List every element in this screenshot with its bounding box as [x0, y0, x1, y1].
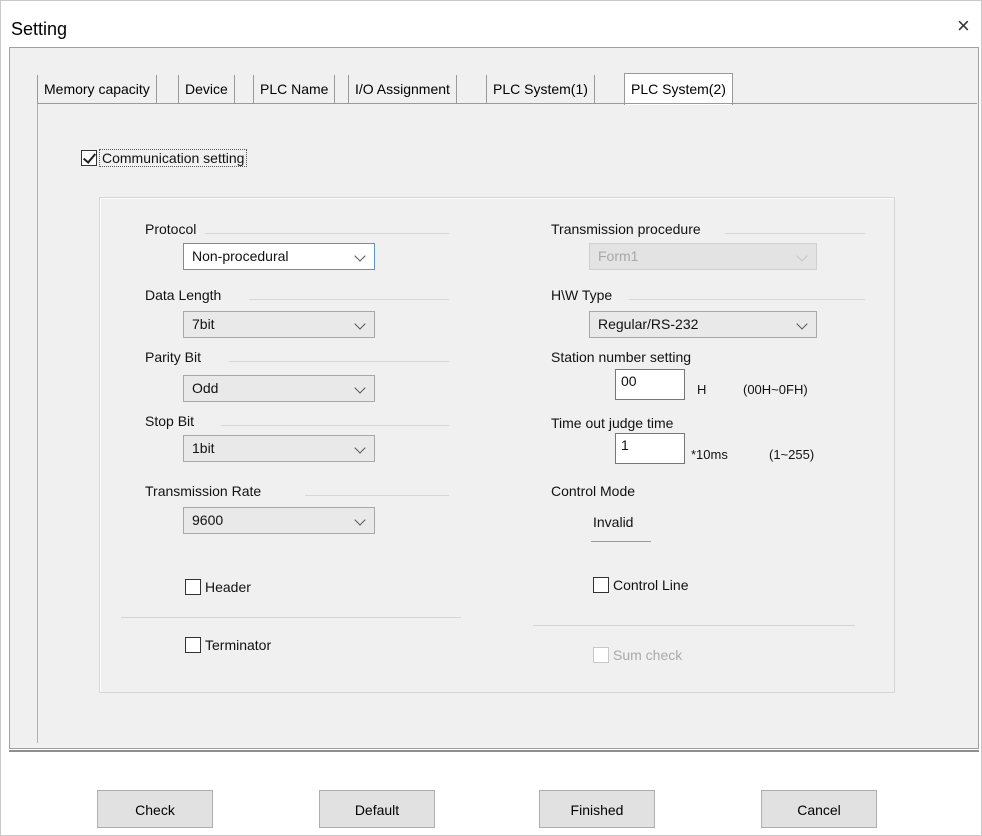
check-button[interactable]: Check	[97, 790, 213, 828]
divider	[629, 299, 865, 300]
hw-type-select[interactable]: Regular/RS-232	[589, 311, 817, 338]
divider	[533, 625, 855, 626]
communication-setting-label: Communication setting	[99, 149, 248, 167]
divider	[591, 541, 651, 542]
close-icon[interactable]: ×	[957, 15, 970, 37]
terminator-label: Terminator	[205, 637, 272, 653]
sum-check-label: Sum check	[613, 647, 683, 663]
chevron-down-icon	[354, 318, 366, 330]
tab-memory-capacity[interactable]: Memory capacity	[37, 75, 157, 103]
parity-bit-label: Parity Bit	[145, 349, 202, 365]
chevron-down-icon	[354, 442, 366, 454]
protocol-value: Non-procedural	[192, 248, 289, 264]
data-length-value: 7bit	[192, 316, 215, 332]
parity-bit-select[interactable]: Odd	[183, 375, 375, 402]
protocol-label: Protocol	[145, 221, 197, 237]
control-mode-label: Control Mode	[551, 483, 636, 499]
tab-io-assignment[interactable]: I/O Assignment	[348, 75, 457, 103]
sum-check-checkbox: Sum check	[593, 647, 682, 663]
data-length-label: Data Length	[145, 287, 222, 303]
divider	[121, 617, 461, 618]
divider	[229, 361, 449, 362]
setting-dialog: Setting × Memory capacity Device PLC Nam…	[0, 0, 982, 836]
stop-bit-label: Stop Bit	[145, 413, 195, 429]
control-mode-value: Invalid	[593, 514, 634, 530]
tab-plc-system-2[interactable]: PLC System(2)	[624, 73, 733, 105]
parity-bit-value: Odd	[192, 380, 219, 396]
station-number-input[interactable]: 00	[615, 369, 685, 400]
time-out-range: (1~255)	[769, 447, 815, 462]
finished-button[interactable]: Finished	[539, 790, 655, 828]
tab-plc-system-1[interactable]: PLC System(1)	[486, 75, 595, 103]
chevron-down-icon	[354, 250, 366, 262]
station-number-range: (00H~0FH)	[743, 382, 808, 397]
checkbox-icon	[593, 647, 609, 663]
divider	[305, 495, 449, 496]
time-out-label: Time out judge time	[551, 415, 674, 431]
tab-device[interactable]: Device	[178, 75, 235, 103]
checkbox-icon	[185, 579, 201, 595]
divider	[249, 299, 449, 300]
stop-bit-select[interactable]: 1bit	[183, 435, 375, 462]
checkbox-icon	[593, 577, 609, 593]
chevron-down-icon	[796, 318, 808, 330]
transmission-procedure-select: Form1	[589, 243, 817, 270]
terminator-checkbox[interactable]: Terminator	[185, 637, 271, 653]
window-title: Setting	[11, 19, 68, 39]
cancel-button[interactable]: Cancel	[761, 790, 877, 828]
divider	[725, 233, 865, 234]
tab-plc-name[interactable]: PLC Name	[253, 75, 336, 103]
header-label: Header	[205, 579, 251, 595]
checkbox-checked-icon	[81, 150, 97, 166]
checkbox-icon	[185, 637, 201, 653]
transmission-procedure-value: Form1	[598, 248, 639, 264]
transmission-rate-value: 9600	[192, 512, 224, 528]
time-out-input[interactable]: 1	[615, 433, 685, 464]
station-number-label: Station number setting	[551, 349, 692, 365]
time-out-unit: *10ms	[691, 447, 728, 462]
control-line-label: Control Line	[613, 577, 689, 593]
chevron-down-icon	[354, 514, 366, 526]
stop-bit-value: 1bit	[192, 440, 215, 456]
divider	[221, 425, 449, 426]
station-number-unit: H	[697, 382, 707, 397]
communication-setting-checkbox[interactable]: Communication setting	[81, 147, 248, 169]
control-line-checkbox[interactable]: Control Line	[593, 577, 689, 593]
chevron-down-icon	[354, 382, 366, 394]
transmission-procedure-label: Transmission procedure	[551, 221, 701, 237]
chevron-down-icon	[796, 250, 808, 262]
hw-type-label: H\W Type	[551, 287, 613, 303]
transmission-rate-select[interactable]: 9600	[183, 507, 375, 534]
protocol-select[interactable]: Non-procedural	[183, 243, 375, 270]
data-length-select[interactable]: 7bit	[183, 311, 375, 338]
header-checkbox[interactable]: Header	[185, 579, 251, 595]
hw-type-value: Regular/RS-232	[598, 316, 699, 332]
transmission-rate-label: Transmission Rate	[145, 483, 262, 499]
divider	[205, 233, 449, 234]
default-button[interactable]: Default	[319, 790, 435, 828]
